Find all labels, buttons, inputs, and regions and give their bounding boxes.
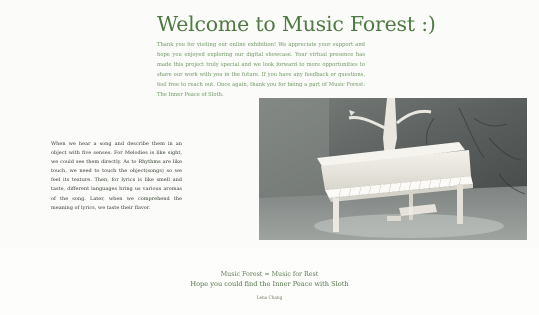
description-paragraph: When we hear a song and describe them in… [51, 141, 182, 211]
intro-paragraph: Thank you for visiting our online exhibi… [157, 42, 365, 99]
page-title: Welcome to Music Forest :) [157, 12, 436, 36]
piano-illustration [259, 98, 527, 240]
footer-author: Lena Chang [256, 295, 283, 300]
exhibition-page: Welcome to Music Forest :) Thank you for… [0, 0, 539, 315]
footer-message: Hope you could find the Inner Peace with… [190, 280, 349, 288]
piano-photo [259, 98, 527, 240]
footer-tagline: Music Forest = Music for Rest [220, 271, 319, 278]
